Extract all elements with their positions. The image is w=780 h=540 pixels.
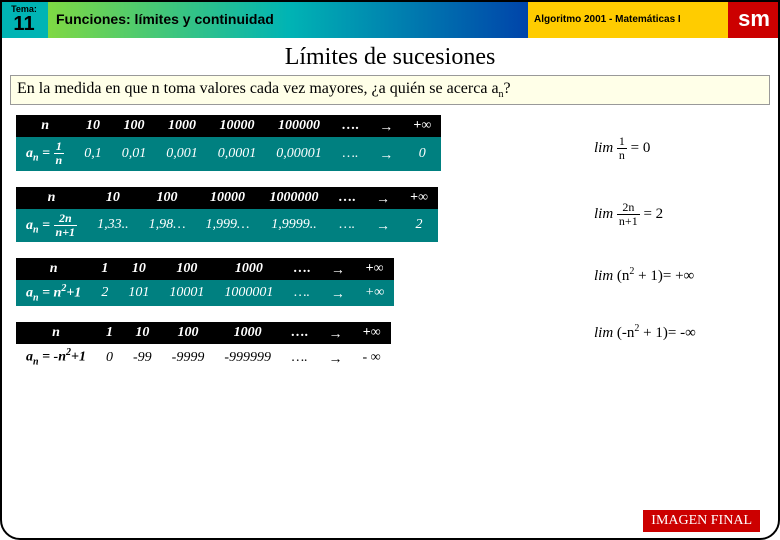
footer-badge: IMAGEN FINAL [643,510,760,532]
